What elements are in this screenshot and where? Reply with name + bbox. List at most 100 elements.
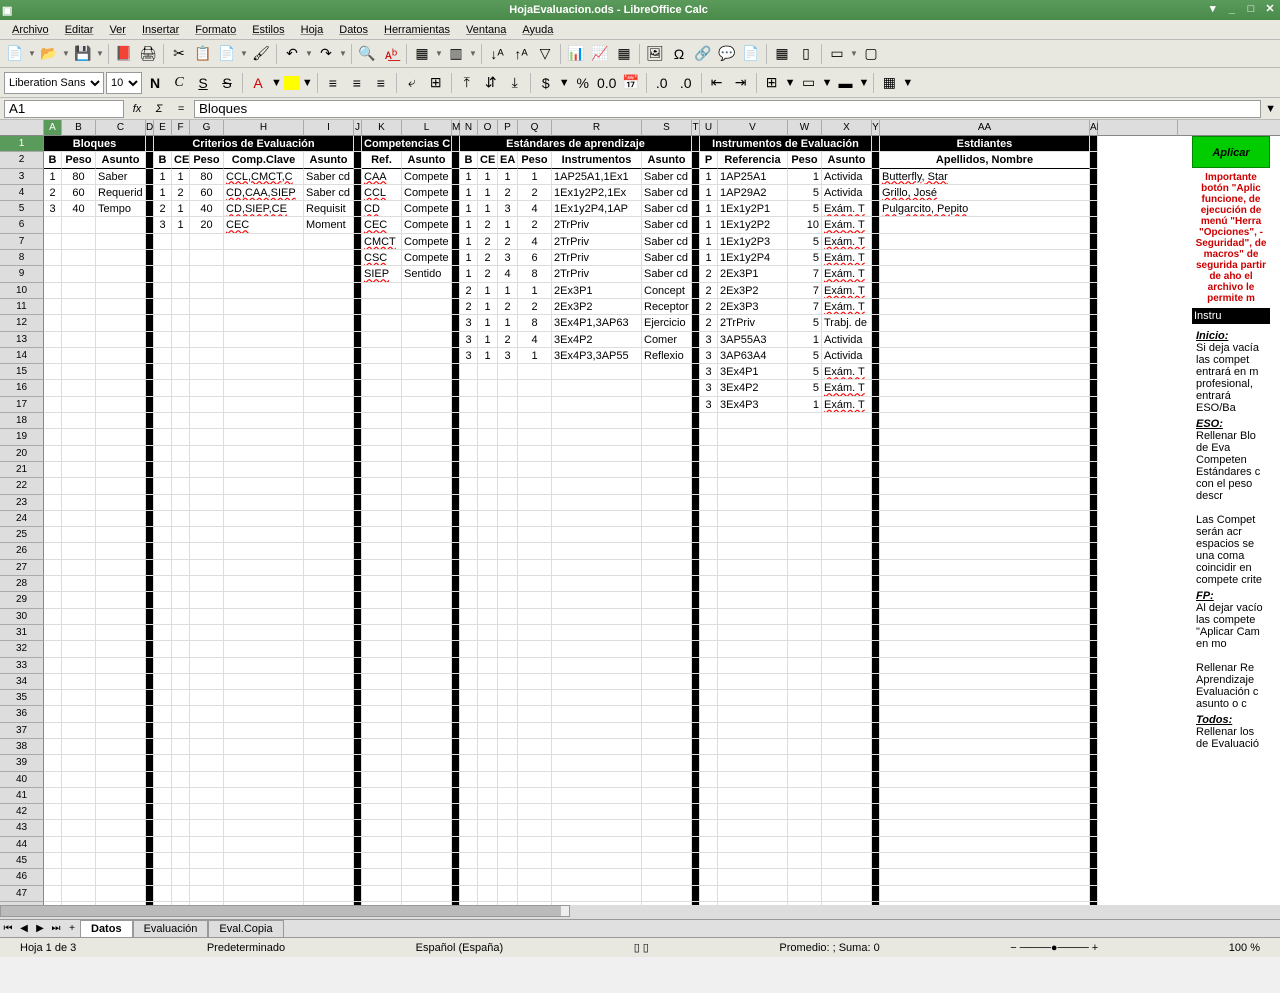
cell[interactable] — [190, 543, 224, 559]
print-icon[interactable]: 🖨 — [137, 43, 159, 65]
cell[interactable] — [172, 739, 190, 755]
col-header-R[interactable]: R — [552, 120, 642, 136]
cell[interactable] — [354, 462, 362, 478]
cell[interactable] — [146, 250, 154, 266]
cell[interactable] — [154, 364, 172, 380]
row-header-10[interactable]: 10 — [0, 283, 44, 299]
cell[interactable] — [718, 495, 788, 511]
cell[interactable] — [1090, 576, 1098, 592]
cell[interactable] — [460, 625, 478, 641]
cell[interactable]: 1 — [478, 315, 498, 331]
cell[interactable] — [1090, 674, 1098, 690]
cell[interactable] — [362, 788, 402, 804]
cell[interactable] — [224, 902, 304, 905]
cell[interactable]: 1 — [518, 283, 552, 299]
cell[interactable] — [1090, 266, 1098, 282]
cell[interactable] — [822, 804, 872, 820]
cell[interactable] — [1090, 217, 1098, 233]
cell[interactable]: 3Ex4P3 — [718, 397, 788, 413]
cell[interactable] — [478, 837, 498, 853]
cell[interactable]: 2 — [700, 299, 718, 315]
cell[interactable] — [460, 495, 478, 511]
cell[interactable] — [154, 674, 172, 690]
open-icon[interactable]: 📂 — [38, 43, 60, 65]
cell[interactable] — [452, 739, 460, 755]
cell[interactable] — [172, 723, 190, 739]
cell[interactable]: 3 — [700, 332, 718, 348]
cell[interactable]: Activida — [822, 169, 872, 185]
cell[interactable] — [172, 495, 190, 511]
cell[interactable] — [190, 886, 224, 902]
cell[interactable] — [518, 462, 552, 478]
cell[interactable] — [692, 837, 700, 853]
cell[interactable] — [146, 136, 154, 152]
cell[interactable] — [460, 820, 478, 836]
cell[interactable] — [304, 837, 354, 853]
cell[interactable] — [460, 560, 478, 576]
cell[interactable] — [880, 641, 1090, 657]
row-header-47[interactable]: 47 — [0, 886, 44, 902]
row-header-6[interactable]: 6 — [0, 217, 44, 233]
cell[interactable] — [1090, 658, 1098, 674]
cell[interactable] — [478, 690, 498, 706]
cell[interactable]: 5 — [788, 185, 822, 201]
cell[interactable] — [154, 511, 172, 527]
cell[interactable] — [880, 690, 1090, 706]
cell[interactable] — [146, 234, 154, 250]
cell[interactable] — [880, 886, 1090, 902]
col-header-J[interactable]: J — [354, 120, 362, 136]
cell[interactable] — [362, 869, 402, 885]
cell[interactable] — [172, 511, 190, 527]
cell[interactable] — [642, 804, 692, 820]
cell[interactable]: Requerid — [96, 185, 146, 201]
cell[interactable] — [518, 837, 552, 853]
row-header-17[interactable]: 17 — [0, 397, 44, 413]
cell[interactable] — [692, 576, 700, 592]
cell[interactable] — [718, 658, 788, 674]
cell[interactable] — [224, 788, 304, 804]
cell[interactable] — [1090, 478, 1098, 494]
cell[interactable] — [354, 250, 362, 266]
cell[interactable] — [402, 886, 452, 902]
cell[interactable] — [62, 853, 96, 869]
cell[interactable] — [788, 495, 822, 511]
row-header-36[interactable]: 36 — [0, 706, 44, 722]
cell[interactable] — [452, 706, 460, 722]
cell[interactable] — [478, 543, 498, 559]
sheet-tab-eval.copia[interactable]: Eval.Copia — [208, 920, 283, 938]
cell[interactable]: 1 — [518, 169, 552, 185]
cell[interactable]: 5 — [788, 234, 822, 250]
cell[interactable] — [700, 772, 718, 788]
cell[interactable] — [154, 380, 172, 396]
cell[interactable] — [224, 429, 304, 445]
currency-icon[interactable]: $ — [535, 72, 557, 94]
cell[interactable]: 1 — [700, 185, 718, 201]
cell[interactable] — [96, 315, 146, 331]
cell[interactable] — [362, 560, 402, 576]
cell[interactable] — [718, 772, 788, 788]
cell[interactable] — [62, 527, 96, 543]
cell[interactable] — [452, 788, 460, 804]
cell[interactable] — [822, 837, 872, 853]
cell[interactable]: 40 — [190, 201, 224, 217]
cell[interactable]: 1Ex1y2P2 — [718, 217, 788, 233]
cell[interactable] — [172, 299, 190, 315]
cell[interactable] — [1090, 706, 1098, 722]
cell[interactable]: 3Ex4P3,3AP55 — [552, 348, 642, 364]
cell[interactable] — [304, 690, 354, 706]
cell[interactable]: 2 — [44, 185, 62, 201]
cell[interactable] — [224, 609, 304, 625]
cell[interactable] — [1090, 560, 1098, 576]
cell[interactable] — [552, 755, 642, 771]
cell[interactable] — [452, 869, 460, 885]
cell[interactable] — [146, 380, 154, 396]
cell[interactable] — [362, 283, 402, 299]
cell[interactable] — [96, 820, 146, 836]
cell[interactable] — [452, 266, 460, 282]
cell[interactable] — [692, 429, 700, 445]
cell[interactable] — [642, 886, 692, 902]
cell[interactable] — [518, 527, 552, 543]
cell[interactable] — [642, 446, 692, 462]
cell[interactable] — [402, 527, 452, 543]
col-header-[interactable] — [1098, 120, 1178, 136]
